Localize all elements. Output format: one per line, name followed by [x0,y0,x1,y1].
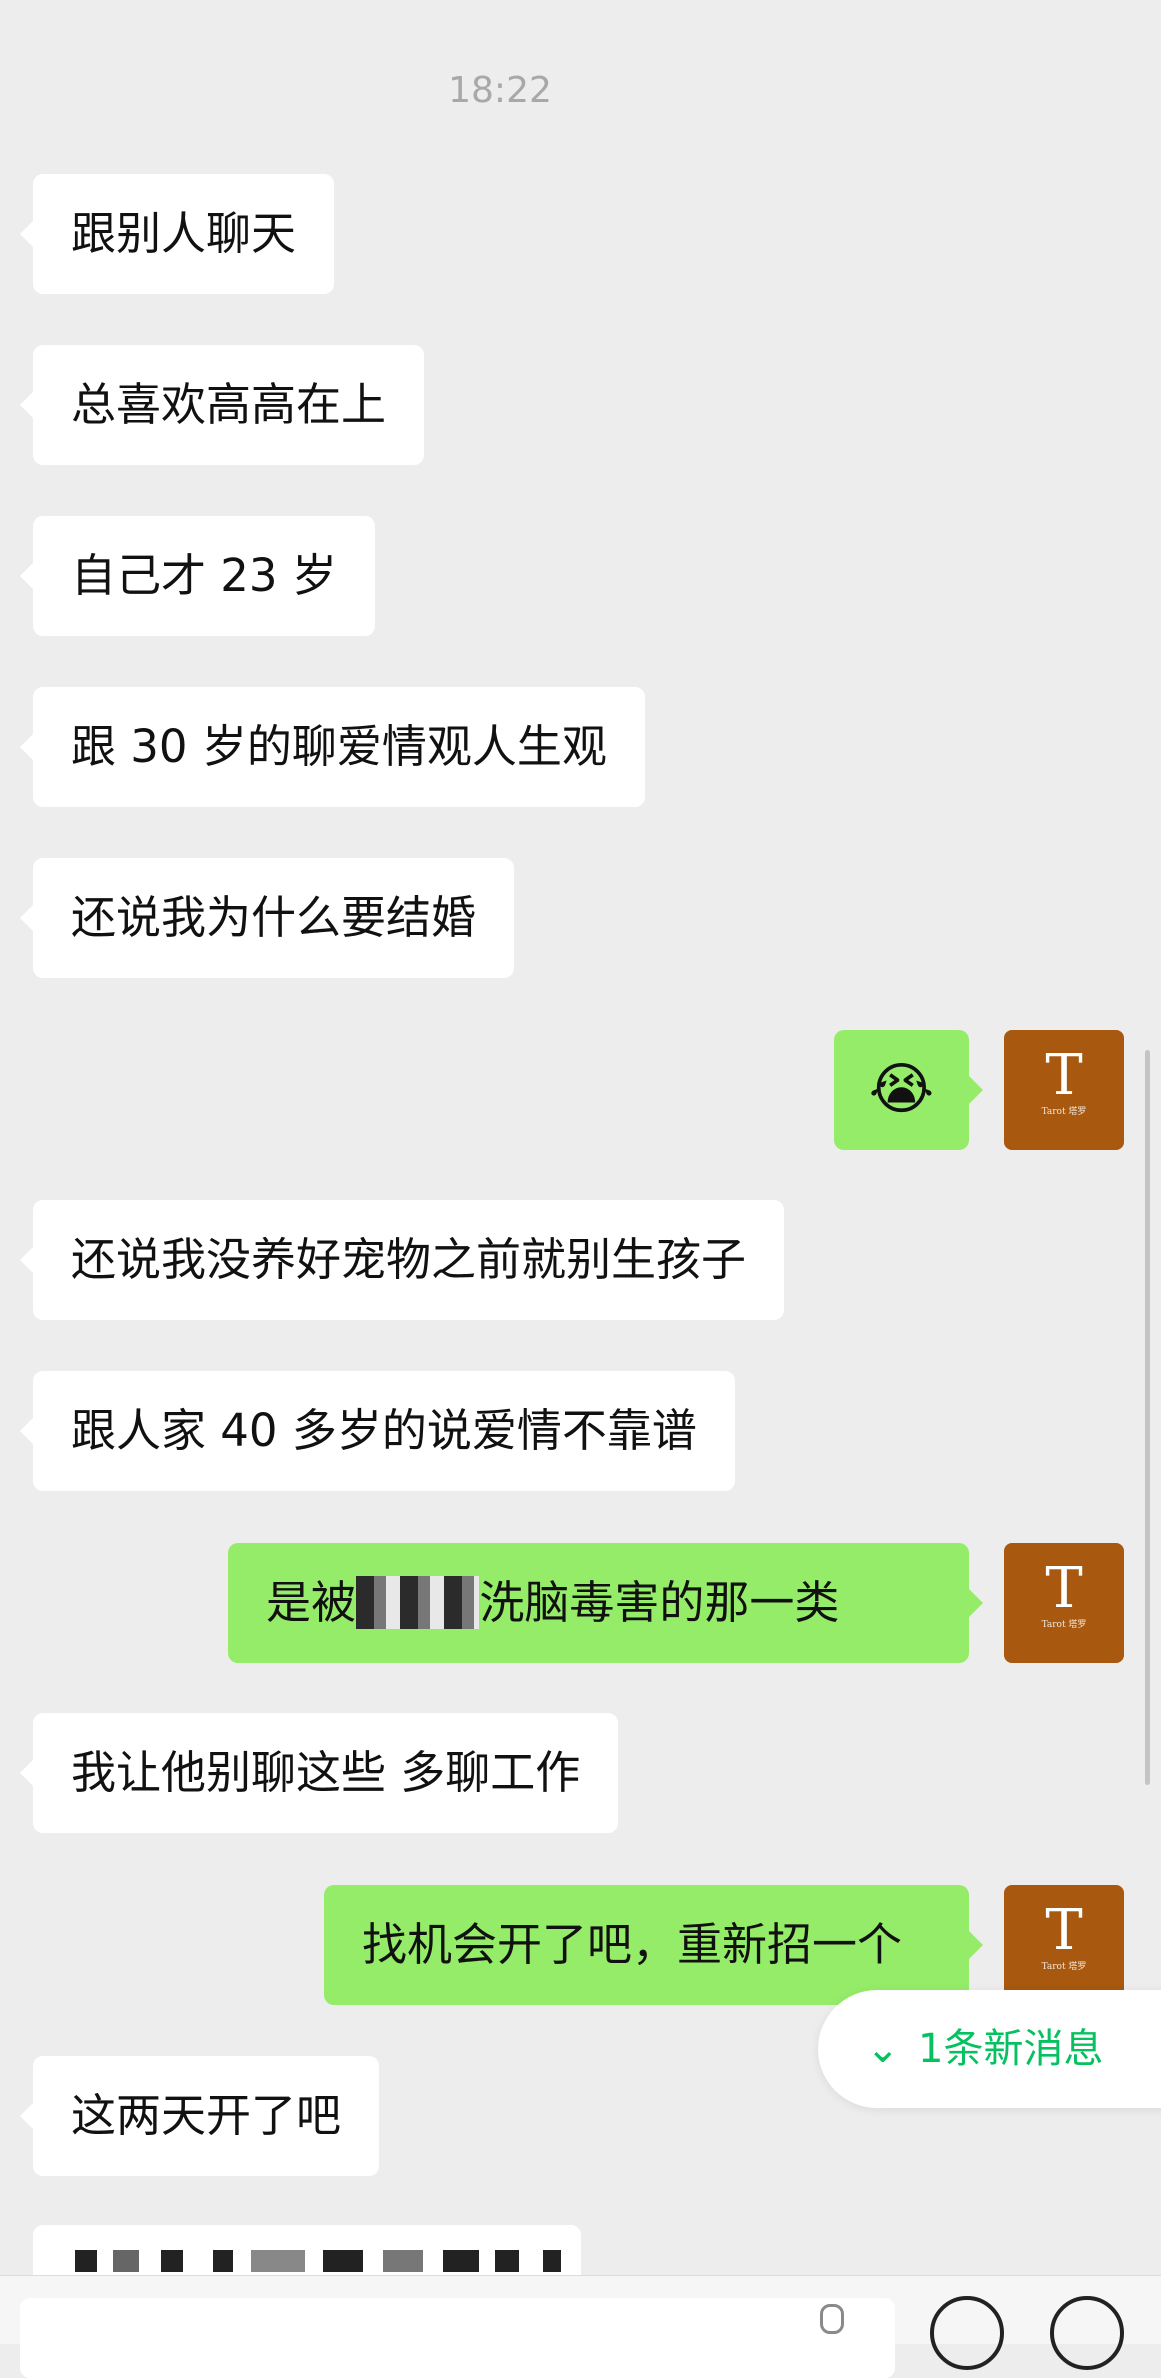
message-input[interactable] [20,2298,895,2378]
add-icon[interactable] [1050,2296,1124,2370]
emoji-icon[interactable] [930,2296,1004,2370]
message-incoming[interactable]: 还说我为什么要结婚 [19,858,515,978]
scrollbar[interactable] [1145,1050,1150,1785]
input-bar [0,2275,1161,2378]
message-incoming[interactable]: 跟 30 岁的聊爱情观人生观 [20,687,645,807]
new-message-label: 1条新消息 [918,2026,1104,2072]
crying-laughing-emoji: 😭 [868,1057,935,1122]
message-text: 是被 [266,1576,357,1629]
avatar[interactable]: T Tarot 塔罗 [1004,1885,1124,2005]
message-incoming[interactable]: 自己才 23 岁 [20,516,375,636]
message-incoming[interactable]: 这两天开了吧 [19,2056,380,2176]
avatar[interactable]: T Tarot 塔罗 [1004,1030,1124,1150]
microphone-icon[interactable] [820,2304,844,2334]
message-incoming[interactable]: 还说我没养好宠物之前就别生孩子 [19,1200,785,1320]
redacted-text: XXXX [356,1576,480,1629]
message-outgoing[interactable]: 是被XXXX洗脑毒害的那一类 [228,1543,983,1663]
message-incoming[interactable]: 我让他别聊这些 多聊工作 [19,1713,619,1833]
timestamp: 18:22 [448,70,552,111]
double-chevron-down-icon: ⌄ [866,2026,900,2072]
message-incoming[interactable]: 总喜欢高高在上 [19,345,425,465]
new-message-button[interactable]: ⌄ 1条新消息 [818,1990,1161,2108]
message-text: 洗脑毒害的那一类 [479,1576,840,1629]
message-outgoing[interactable]: 找机会开了吧，重新招一个 [324,1885,983,2005]
message-outgoing[interactable]: 😭 [834,1030,983,1150]
message-incoming[interactable]: 跟人家 40 多岁的说爱情不靠谱 [20,1371,735,1491]
avatar[interactable]: T Tarot 塔罗 [1004,1543,1124,1663]
message-incoming[interactable]: 跟别人聊天 [19,174,335,294]
